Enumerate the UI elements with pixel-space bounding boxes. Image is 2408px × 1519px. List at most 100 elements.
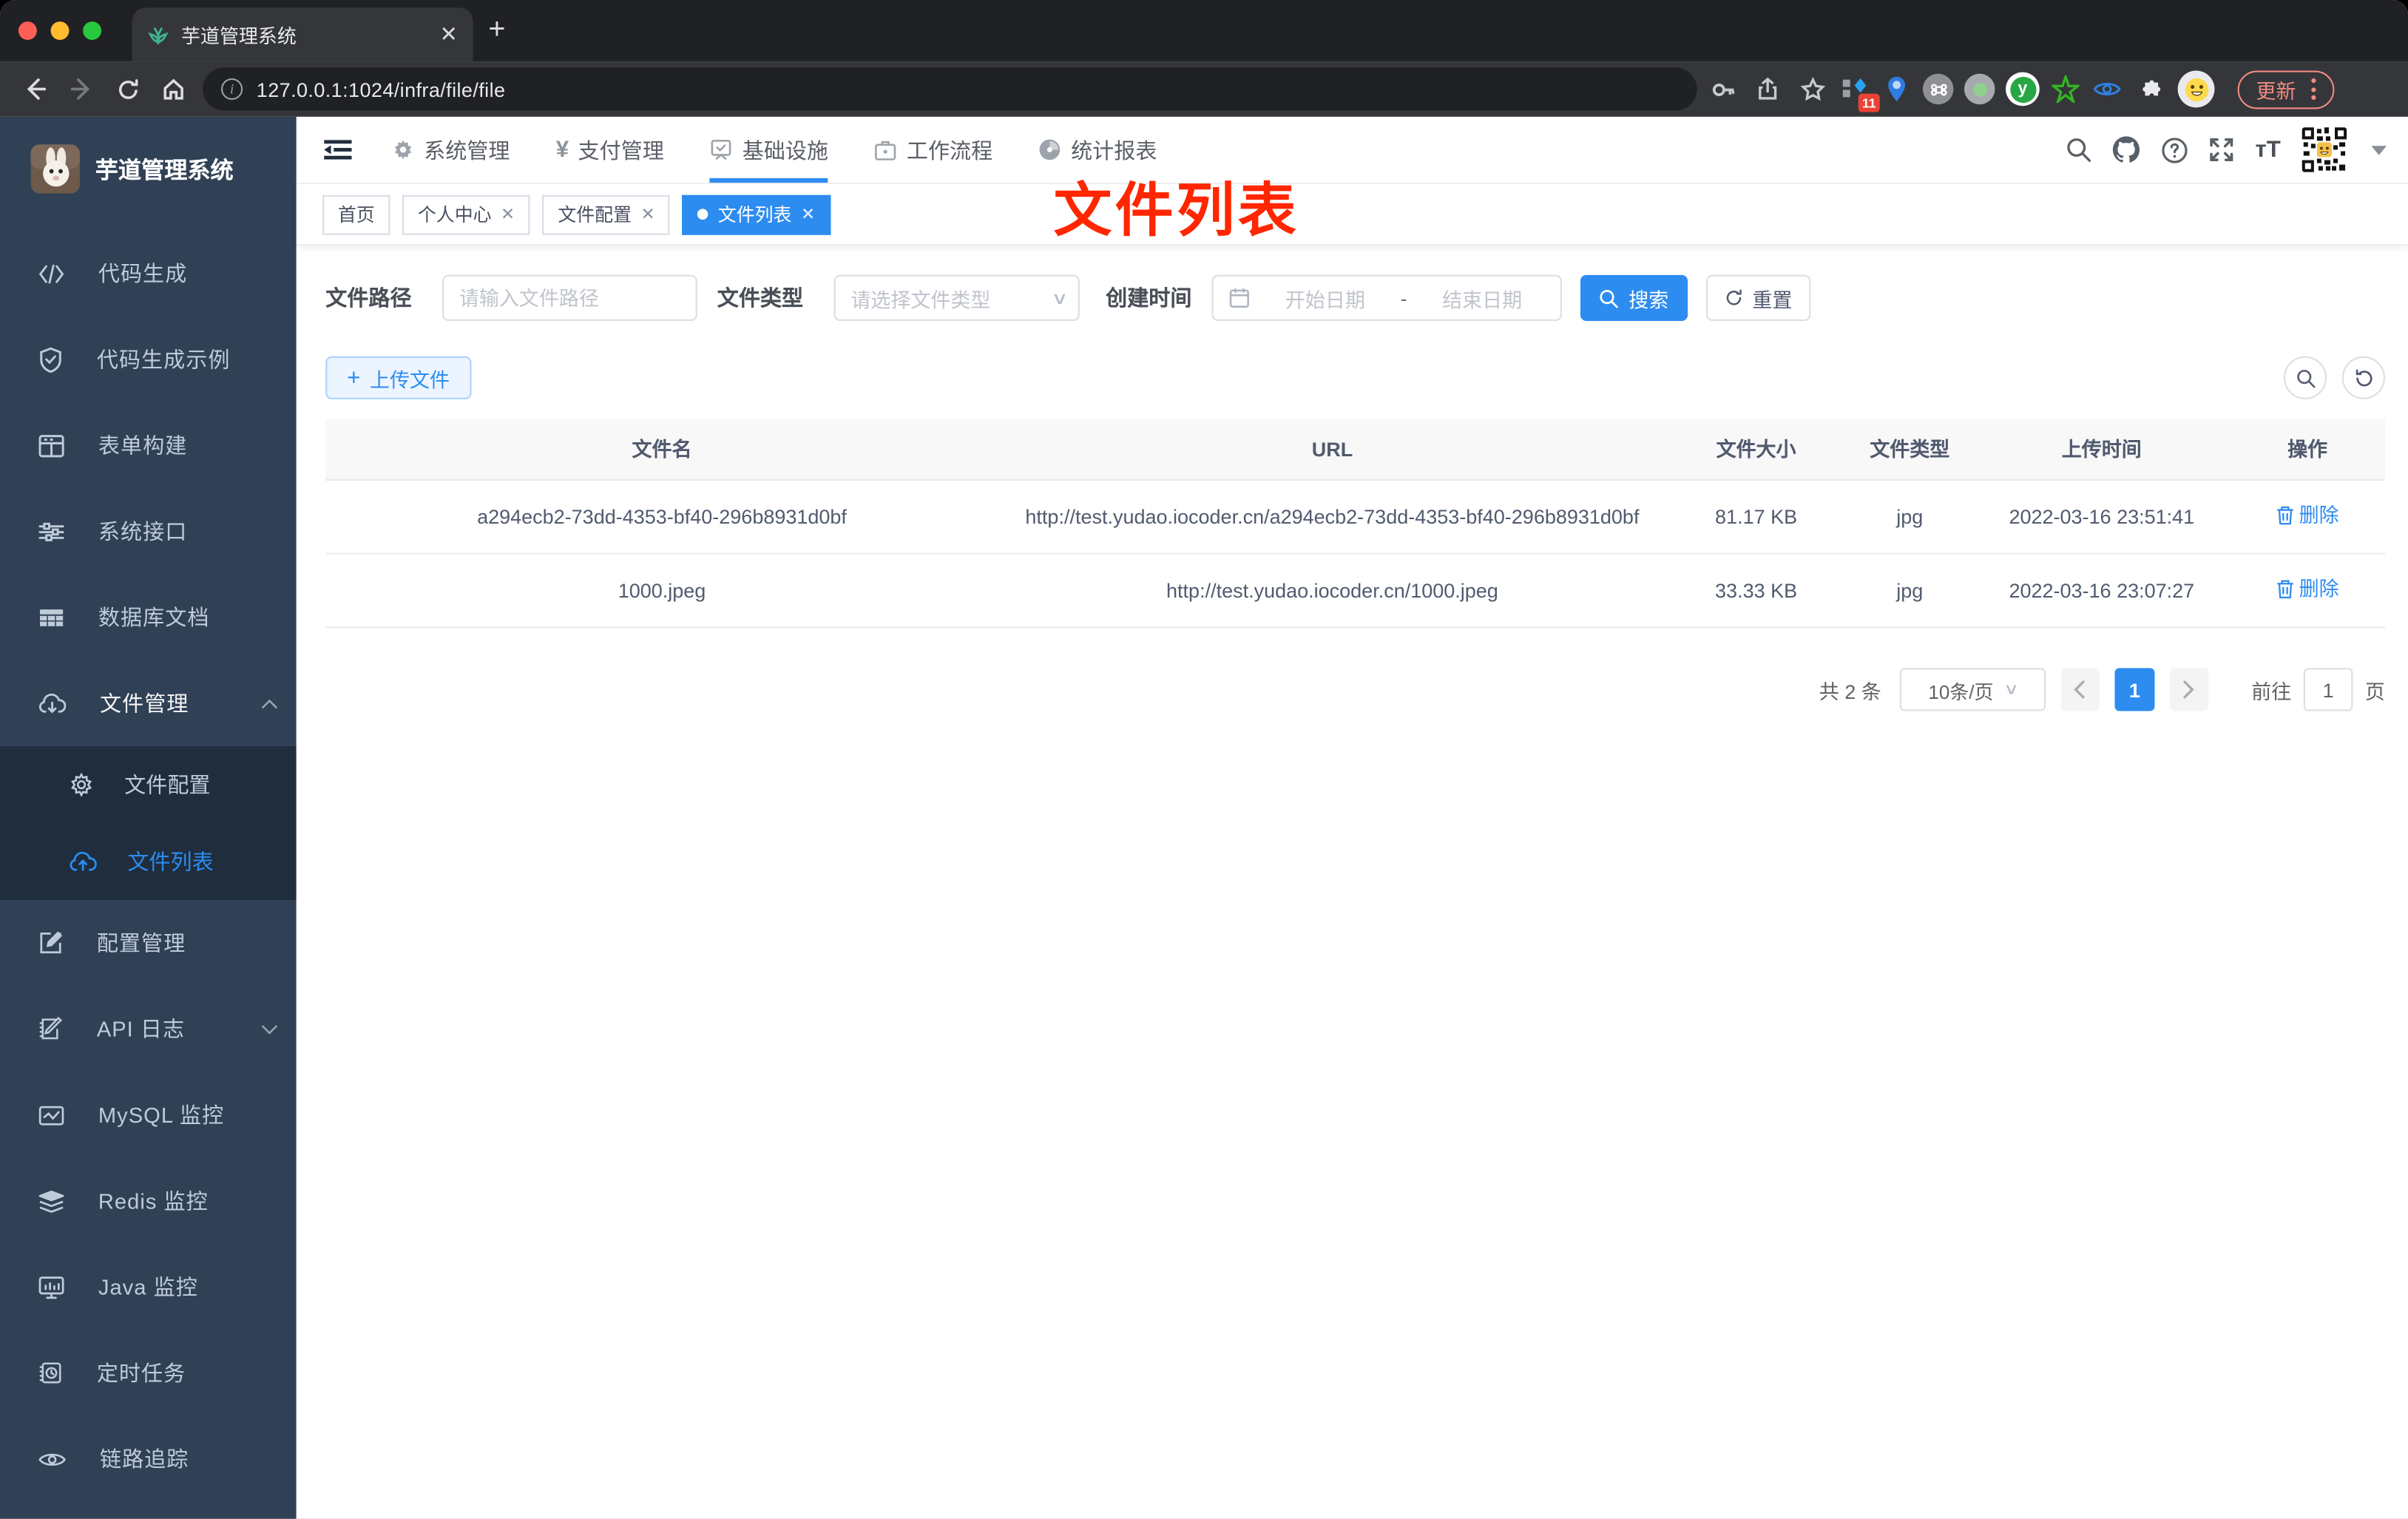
plus-icon: + [347, 365, 361, 391]
fullscreen-icon[interactable] [2209, 137, 2235, 163]
end-date-placeholder[interactable]: 结束日期 [1419, 283, 1545, 312]
start-date-placeholder[interactable]: 开始日期 [1262, 283, 1388, 312]
sidebar-item-db-doc[interactable]: 数据库文档 [0, 575, 297, 660]
top-menu-label: 基础设施 [742, 137, 829, 163]
prev-page-button[interactable] [2060, 668, 2100, 711]
y-extension-icon[interactable]: y [2006, 72, 2040, 106]
page-size-select[interactable]: 10条/页 ∨ [1899, 668, 2046, 711]
sidebar-item-code-gen-example[interactable]: 代码生成示例 [0, 317, 297, 402]
close-icon[interactable]: ✕ [640, 204, 655, 224]
gray-dot-extension-icon[interactable] [1964, 73, 1995, 105]
new-tab-button[interactable]: + [488, 14, 505, 48]
date-range-picker[interactable]: 开始日期 - 结束日期 [1211, 274, 1562, 322]
file-type-select[interactable]: 请选择文件类型 ∨ [833, 274, 1080, 322]
eye-extension-icon[interactable] [2091, 74, 2123, 105]
cell-upload-time: 2022-03-16 23:07:27 [2009, 578, 2195, 603]
minimize-window-button[interactable] [50, 21, 70, 40]
zoom-window-button[interactable] [83, 21, 102, 40]
close-window-button[interactable] [18, 21, 37, 40]
sidebar-item-file-config[interactable]: 文件配置 [0, 746, 297, 823]
tag-profile[interactable]: 个人中心 ✕ [402, 194, 530, 234]
browser-update-button[interactable]: 更新 [2237, 70, 2335, 109]
browser-menu-icon[interactable] [2311, 78, 2316, 100]
browser-tab[interactable]: 芋道管理系统 ✕ [132, 7, 473, 62]
java-monitor-icon [38, 1276, 64, 1299]
reset-button[interactable]: 重置 [1706, 274, 1811, 322]
sidebar-item-mysql-monitor[interactable]: MySQL 监控 [0, 1072, 297, 1157]
sidebar-item-code-generation[interactable]: 代码生成 [0, 230, 297, 316]
sidebar-item-label: Redis 监控 [98, 1188, 209, 1214]
sidebar-item-api-log[interactable]: API 日志 [0, 986, 297, 1072]
show-search-icon[interactable] [2283, 356, 2327, 399]
sidebar-item-file-list[interactable]: 文件列表 [0, 823, 297, 900]
delete-button[interactable]: 删除 [2276, 499, 2339, 532]
address-bar[interactable]: i 127.0.0.1:1024/infra/file/file [203, 67, 1697, 111]
sidebar-item-trace[interactable]: 链路追踪 [0, 1416, 297, 1502]
close-icon[interactable]: ✕ [501, 204, 515, 224]
sidebar-item-redis-monitor[interactable]: Redis 监控 [0, 1158, 297, 1244]
puzzle-extensions-icon[interactable] [2133, 76, 2167, 102]
user-menu-caret-icon[interactable] [2371, 145, 2387, 155]
help-icon[interactable] [2162, 136, 2189, 163]
sidebar-item-form-builder[interactable]: 表单构建 [0, 402, 297, 488]
bookmark-star-icon[interactable] [1796, 75, 1830, 102]
col-upload-time: 上传时间 [2061, 437, 2142, 461]
tag-file-config[interactable]: 文件配置 ✕ [542, 194, 671, 234]
top-menu-system[interactable]: 系统管理 [392, 117, 510, 183]
logo-row[interactable]: 芋道管理系统 [0, 117, 297, 209]
extension-grid-icon[interactable]: 11 [1840, 74, 1880, 112]
password-key-icon[interactable] [1706, 76, 1740, 102]
next-page-button[interactable] [2170, 668, 2209, 711]
github-icon[interactable] [2112, 135, 2141, 164]
sidebar-item-config-management[interactable]: 配置管理 [0, 900, 297, 986]
command-extension-icon[interactable] [1922, 73, 1954, 105]
sidebar-item-file-management[interactable]: 文件管理 [0, 660, 297, 746]
site-info-icon[interactable]: i [221, 78, 243, 100]
share-icon[interactable] [1751, 77, 1785, 101]
user-avatar-qr[interactable] [2300, 126, 2349, 174]
cell-file-size: 81.17 KB [1715, 505, 1798, 529]
tag-label: 文件列表 [717, 204, 792, 226]
sidebar-item-log-center[interactable]: 日志中心 [0, 1502, 297, 1519]
timer-task-icon [38, 1361, 63, 1385]
sidebar-item-java-monitor[interactable]: Java 监控 [0, 1244, 297, 1330]
tab-close-icon[interactable]: ✕ [439, 21, 457, 47]
search-button[interactable]: 搜索 [1580, 274, 1688, 322]
top-menu-workflow[interactable]: 工作流程 [874, 117, 992, 183]
file-path-input[interactable] [442, 274, 697, 322]
cell-file-type: jpg [1896, 578, 1924, 603]
sidebar-item-scheduled-tasks[interactable]: 定时任务 [0, 1330, 297, 1415]
edit-square-icon [38, 930, 63, 955]
search-icon[interactable] [2066, 137, 2092, 163]
total-count: 共 2 条 [1819, 679, 1881, 703]
upload-file-button[interactable]: + 上传文件 [325, 356, 472, 399]
collapse-sidebar-icon[interactable] [312, 124, 365, 176]
delete-button[interactable]: 删除 [2276, 573, 2339, 606]
forward-icon[interactable] [58, 67, 104, 110]
home-icon[interactable] [151, 67, 197, 110]
url-text[interactable]: 127.0.0.1:1024/infra/file/file [257, 78, 506, 101]
star-extension-icon[interactable] [2050, 74, 2081, 105]
back-icon[interactable] [13, 67, 58, 110]
goto-page-input[interactable] [2303, 668, 2353, 711]
pin-extension-icon[interactable] [1881, 74, 1912, 105]
top-menu-label: 工作流程 [906, 137, 993, 163]
table-tools [2283, 356, 2385, 399]
reload-icon[interactable] [104, 67, 150, 110]
sidebar-item-system-api[interactable]: 系统接口 [0, 488, 297, 574]
top-menu-payment[interactable]: ¥ 支付管理 [556, 117, 664, 183]
top-menu-reports[interactable]: 统计报表 [1038, 117, 1157, 183]
font-size-icon[interactable]: ᴛT [2255, 137, 2280, 163]
briefcase-icon [874, 139, 897, 160]
page-number-current[interactable]: 1 [2114, 668, 2155, 711]
top-menu-infrastructure[interactable]: 基础设施 [710, 117, 829, 183]
tag-file-list[interactable]: 文件列表 ✕ [683, 194, 831, 234]
emoji-avatar-icon[interactable] [2177, 70, 2215, 108]
tags-view-bar: 首页 个人中心 ✕ 文件配置 ✕ 文件列表 ✕ 文件列表 [296, 180, 2408, 246]
cell-file-name: 1000.jpeg [618, 578, 706, 603]
col-file-name: 文件名 [632, 437, 692, 461]
chevron-down-icon [261, 1024, 278, 1035]
refresh-table-icon[interactable] [2341, 356, 2385, 399]
close-icon[interactable]: ✕ [801, 204, 815, 224]
tag-home[interactable]: 首页 [322, 194, 390, 234]
